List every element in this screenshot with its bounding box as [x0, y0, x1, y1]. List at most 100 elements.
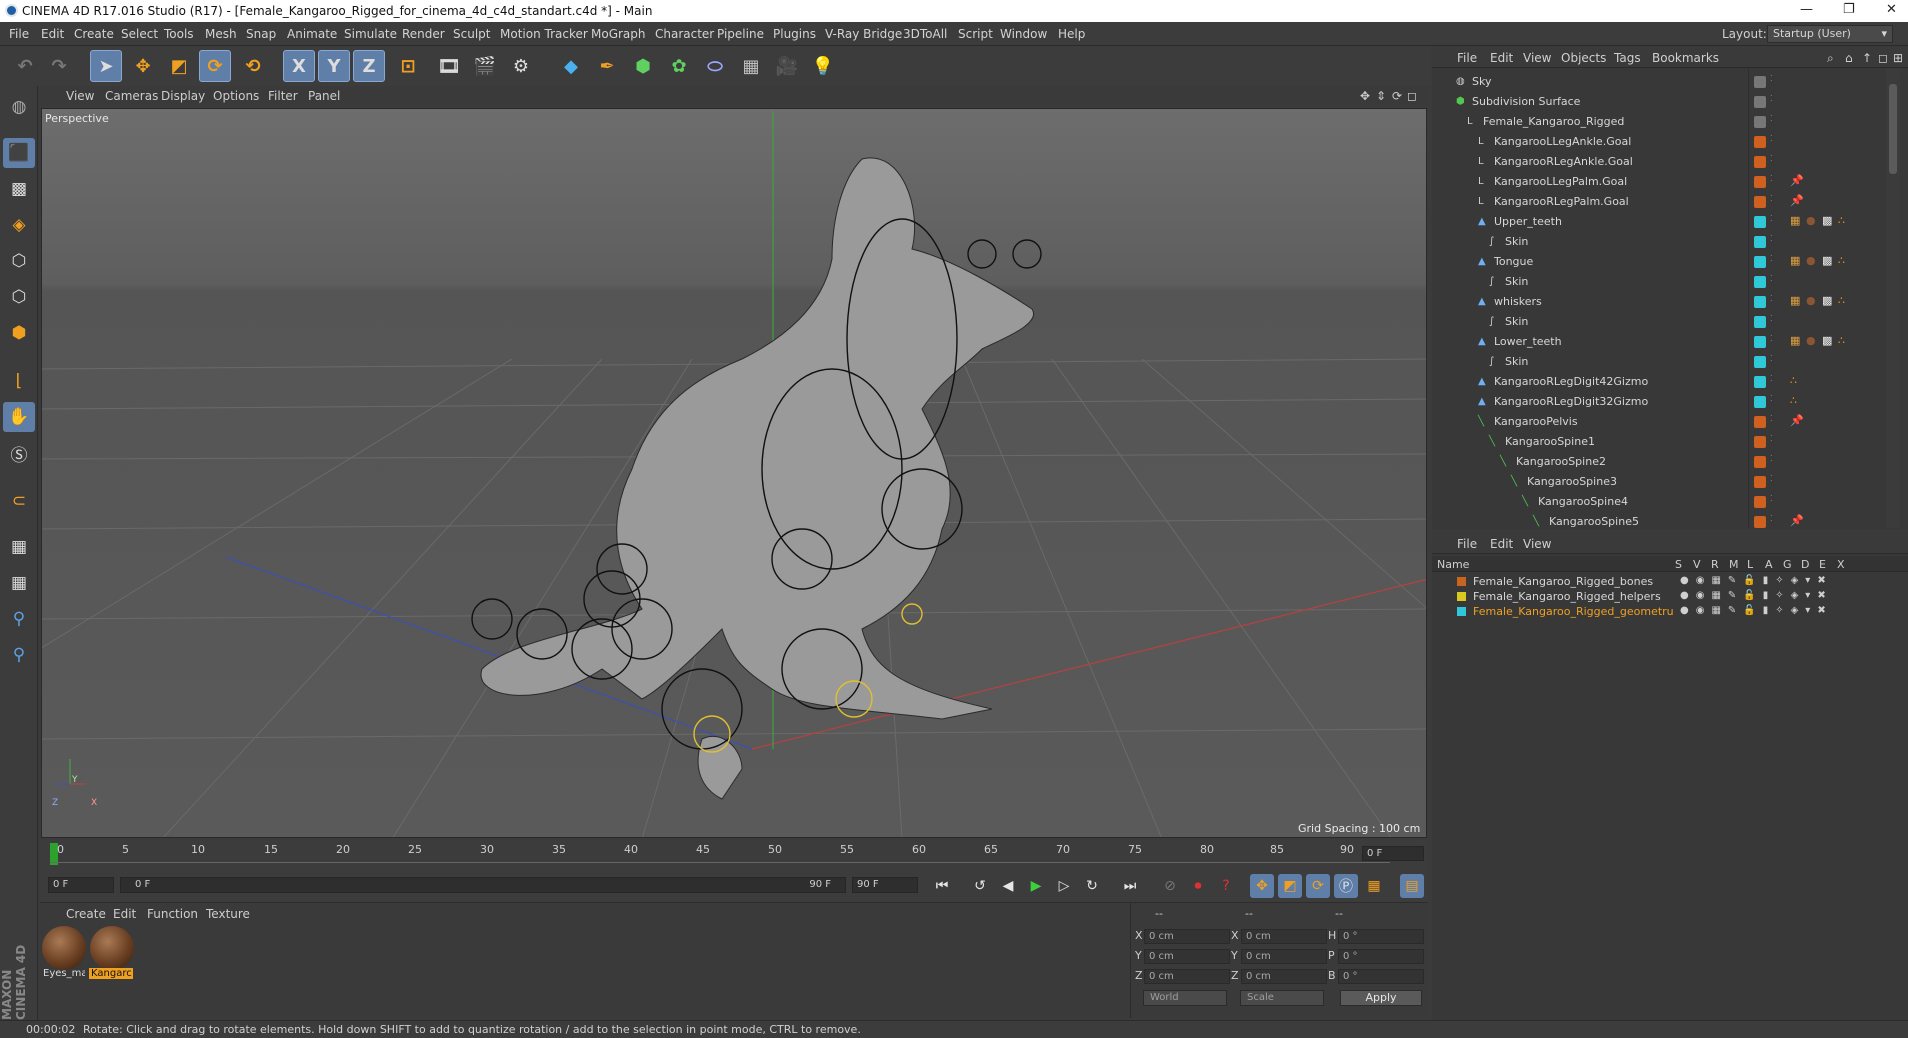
material-tag-icon[interactable]: ●	[1806, 214, 1816, 227]
search-icon[interactable]: ⌕	[1827, 51, 1834, 66]
visibility-dots-icon[interactable]: ⁚	[1770, 214, 1773, 223]
visibility-dots-icon[interactable]: ⁚	[1770, 434, 1773, 443]
workplane-icon[interactable]: ◈	[3, 210, 35, 240]
object-row[interactable]: ▲ Upper_teeth ⁚ ▦ ● ▩ ∴	[1432, 212, 1888, 232]
layer-color-tag[interactable]	[1754, 276, 1766, 288]
viewport-maximize-icon[interactable]: ◻	[1407, 89, 1417, 103]
layer-color-tag[interactable]	[1754, 496, 1766, 508]
pin-tag-icon[interactable]: 📌	[1790, 514, 1804, 527]
object-row[interactable]: ╲ KangarooSpine4 ⁚	[1432, 492, 1888, 512]
layer-color-tag[interactable]	[1754, 376, 1766, 388]
viewport-move-icon[interactable]: ✥	[1360, 89, 1370, 103]
layer-color-swatch[interactable]	[1457, 577, 1466, 586]
menu-mograph[interactable]: MoGraph	[591, 27, 646, 41]
layer-color-tag[interactable]	[1754, 456, 1766, 468]
menu-file[interactable]: File	[9, 27, 29, 41]
material-tag-icon[interactable]: ●	[1806, 254, 1816, 267]
menu-window[interactable]: Window	[1000, 27, 1047, 41]
object-row[interactable]: ╲ KangarooPelvis ⁚ 📌	[1432, 412, 1888, 432]
deformer-icon[interactable]: ⬭	[699, 50, 731, 82]
model-mode-icon[interactable]: ⬛	[3, 138, 35, 168]
menu-script[interactable]: Script	[958, 27, 993, 41]
layer-menu-file[interactable]: File	[1457, 537, 1477, 551]
points-mode-icon[interactable]: ⬡	[3, 246, 35, 276]
visibility-dots-icon[interactable]: ⁚	[1770, 454, 1773, 463]
object-menu-edit[interactable]: Edit	[1490, 51, 1513, 65]
size-mode-dropdown[interactable]: Scale	[1240, 990, 1324, 1006]
menu-tools[interactable]: Tools	[164, 27, 194, 41]
visibility-dots-icon[interactable]: ⁚	[1770, 334, 1773, 343]
previous-frame-icon[interactable]: ◀	[996, 874, 1020, 898]
visibility-dots-icon[interactable]: ⁚	[1770, 254, 1773, 263]
layout-dropdown[interactable]: Startup (User) ▾	[1767, 25, 1893, 43]
rotate-alt-icon[interactable]: ⟲	[237, 50, 269, 82]
checker-tag-icon[interactable]: ▦	[1790, 334, 1800, 347]
coord-rot-h-field[interactable]: 0 °	[1338, 929, 1424, 944]
layer-toggle-icons[interactable]: ●◉▦✎🔓▮✧◈▾✖	[1680, 575, 1833, 586]
close-button[interactable]: ✕	[1886, 2, 1897, 17]
object-row[interactable]: ╲ KangarooSpine2 ⁚	[1432, 452, 1888, 472]
menu-sculpt[interactable]: Sculpt	[453, 27, 490, 41]
layer-col-deformers[interactable]: D	[1801, 558, 1809, 571]
weight-tag-icon[interactable]: ∴	[1838, 294, 1845, 307]
layer-toggle-icons[interactable]: ●◉▦✎🔓▮✧◈▾✖	[1680, 590, 1833, 601]
object-row[interactable]: ∫ Skin ⁚	[1432, 312, 1888, 332]
coord-size-y-field[interactable]: 0 cm	[1241, 949, 1327, 964]
layer-col-expressions[interactable]: E	[1819, 558, 1826, 571]
coordinate-system-icon[interactable]: ⊡	[392, 50, 424, 82]
subdivision-icon[interactable]: ⬢	[627, 50, 659, 82]
object-row[interactable]: L KangarooLLegPalm.Goal ⁚ 📌	[1432, 172, 1888, 192]
object-menu-tags[interactable]: Tags	[1614, 51, 1641, 65]
weight-tag-icon[interactable]: ∴	[1790, 394, 1797, 407]
viewport-menu-panel[interactable]: Panel	[308, 89, 340, 103]
object-scrollbar[interactable]	[1886, 68, 1900, 528]
menu-select[interactable]: Select	[121, 27, 158, 41]
object-row[interactable]: L KangarooRLegAnkle.Goal ⁚	[1432, 152, 1888, 172]
visibility-dots-icon[interactable]: ⁚	[1770, 354, 1773, 363]
layer-color-tag[interactable]	[1754, 296, 1766, 308]
menu-help[interactable]: Help	[1058, 27, 1085, 41]
visibility-dots-icon[interactable]: ⁚	[1770, 94, 1773, 103]
visibility-dots-icon[interactable]: ⁚	[1770, 314, 1773, 323]
collapse-icon[interactable]: ◻	[1878, 51, 1888, 65]
object-row[interactable]: ╲ KangarooSpine1 ⁚	[1432, 432, 1888, 452]
layer-row[interactable]: Female_Kangaroo_Rigged_bones ●◉▦✎🔓▮✧◈▾✖	[1432, 574, 1908, 589]
coord-rot-b-field[interactable]: 0 °	[1338, 969, 1424, 984]
layer-col-render[interactable]: R	[1711, 558, 1719, 571]
new-view-icon[interactable]: ⊞	[1893, 51, 1903, 65]
object-row[interactable]: ▲ Tongue ⁚ ▦ ● ▩ ∴	[1432, 252, 1888, 272]
layer-color-tag[interactable]	[1754, 216, 1766, 228]
material-swatch-eyes[interactable]	[42, 926, 86, 970]
menu-character[interactable]: Character	[655, 27, 714, 41]
python-icon[interactable]: ⚲	[3, 604, 35, 634]
object-row[interactable]: L Female_Kangaroo_Rigged ⁚	[1432, 112, 1888, 132]
key-parameter-icon[interactable]: Ⓟ	[1334, 874, 1358, 898]
select-arrow-icon[interactable]: ➤	[90, 50, 122, 82]
visibility-dots-icon[interactable]: ⁚	[1770, 294, 1773, 303]
key-position-icon[interactable]: ✥	[1250, 874, 1274, 898]
visibility-dots-icon[interactable]: ⁚	[1770, 494, 1773, 503]
material-menu-edit[interactable]: Edit	[113, 907, 136, 921]
render-view-icon[interactable]: 🎞	[433, 50, 465, 82]
checker-tag-icon[interactable]: ▦	[1790, 214, 1800, 227]
object-row[interactable]: ∫ Skin ⁚	[1432, 232, 1888, 252]
menu-render[interactable]: Render	[402, 27, 445, 41]
object-row[interactable]: ▲ KangarooRLegDigit32Gizmo ⁚ ∴	[1432, 392, 1888, 412]
visibility-dots-icon[interactable]: ⁚	[1770, 154, 1773, 163]
weight-tag-icon[interactable]: ∴	[1838, 214, 1845, 227]
move-icon[interactable]: ✥	[127, 50, 159, 82]
menu-plugins[interactable]: Plugins	[773, 27, 816, 41]
material-tag-icon[interactable]: ●	[1806, 334, 1816, 347]
floor-icon[interactable]: ▦	[735, 50, 767, 82]
layer-menu-view[interactable]: View	[1523, 537, 1551, 551]
weight-tag-icon[interactable]: ∴	[1838, 334, 1845, 347]
next-key-icon[interactable]: ↻	[1080, 874, 1104, 898]
layer-color-tag[interactable]	[1754, 176, 1766, 188]
menu-3dtoall[interactable]: 3DToAll	[903, 27, 947, 41]
texture-mode-icon[interactable]: ▩	[3, 174, 35, 204]
object-row[interactable]: ▲ KangarooRLegDigit42Gizmo ⁚ ∴	[1432, 372, 1888, 392]
layer-col-manager[interactable]: M	[1729, 558, 1739, 571]
coord-size-x-field[interactable]: 0 cm	[1241, 929, 1327, 944]
pin-tag-icon[interactable]: 📌	[1790, 414, 1804, 427]
object-row[interactable]: ╲ KangarooSpine5 ⁚ 📌	[1432, 512, 1888, 532]
